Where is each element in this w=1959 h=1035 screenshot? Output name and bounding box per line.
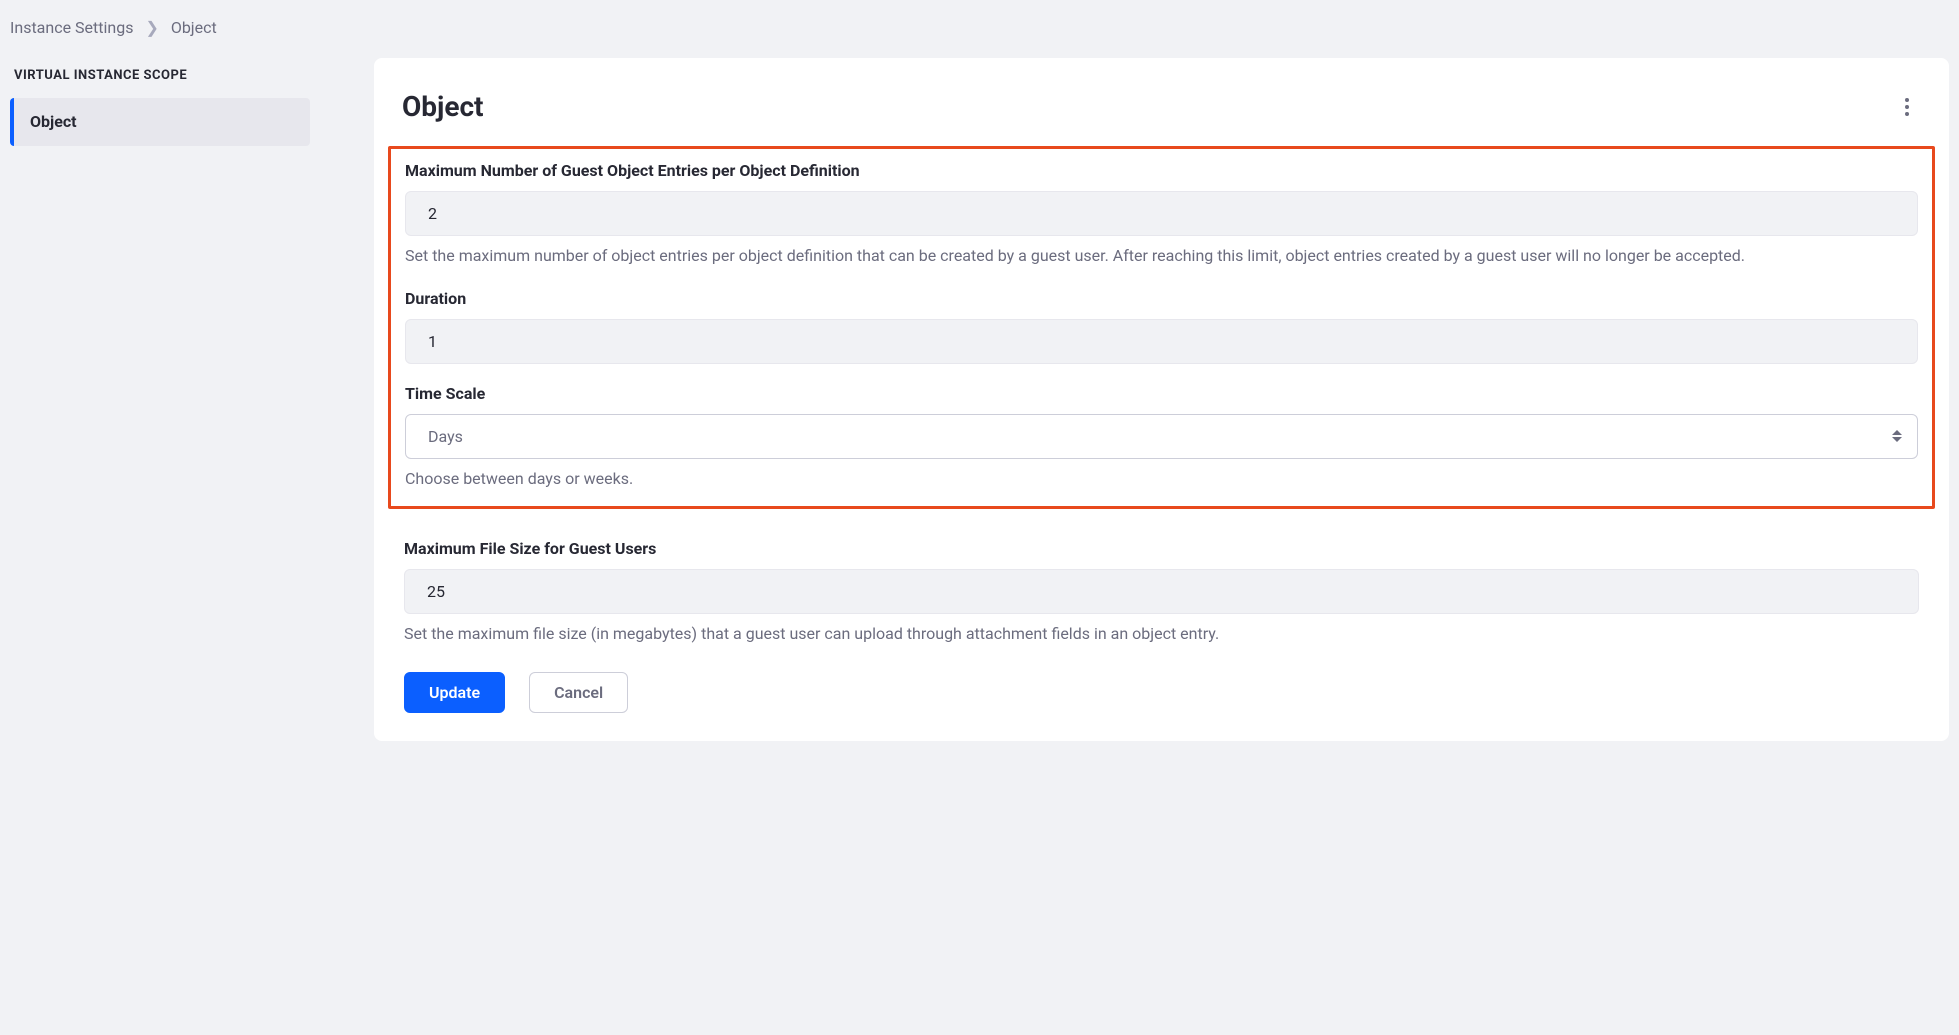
- settings-panel: Object Maximum Number of Guest Object En…: [374, 58, 1949, 741]
- sidebar-item-label: Object: [30, 112, 77, 131]
- breadcrumb-current: Object: [171, 18, 217, 37]
- max-guest-entries-input[interactable]: [405, 191, 1918, 236]
- highlighted-section: Maximum Number of Guest Object Entries p…: [388, 146, 1935, 509]
- time-scale-help: Choose between days or weeks.: [405, 467, 1918, 492]
- kebab-icon: [1905, 98, 1909, 102]
- time-scale-select[interactable]: Days: [405, 414, 1918, 459]
- breadcrumb: Instance Settings ❯ Object: [0, 0, 1959, 58]
- max-guest-entries-group: Maximum Number of Guest Object Entries p…: [391, 159, 1932, 269]
- max-guest-entries-help: Set the maximum number of object entries…: [405, 244, 1918, 269]
- sidebar-heading: VIRTUAL INSTANCE SCOPE: [10, 58, 310, 98]
- max-file-size-label: Maximum File Size for Guest Users: [404, 537, 1919, 561]
- duration-group: Duration: [391, 287, 1932, 364]
- chevron-right-icon: ❯: [145, 18, 158, 37]
- kebab-menu-button[interactable]: [1893, 93, 1921, 121]
- cancel-button[interactable]: Cancel: [529, 672, 628, 713]
- max-guest-entries-label: Maximum Number of Guest Object Entries p…: [405, 159, 1918, 183]
- page-title: Object: [402, 86, 484, 128]
- max-file-size-input[interactable]: [404, 569, 1919, 614]
- max-file-size-help: Set the maximum file size (in megabytes)…: [404, 622, 1919, 647]
- sidebar-item-object[interactable]: Object: [10, 98, 310, 146]
- main-content: Object Maximum Number of Guest Object En…: [374, 58, 1949, 741]
- time-scale-group: Time Scale Days Choose between days or w…: [391, 382, 1932, 492]
- time-scale-label: Time Scale: [405, 382, 1918, 406]
- duration-input[interactable]: [405, 319, 1918, 364]
- form-actions: Update Cancel: [390, 664, 1933, 713]
- update-button[interactable]: Update: [404, 672, 505, 713]
- kebab-icon: [1905, 112, 1909, 116]
- sidebar: VIRTUAL INSTANCE SCOPE Object: [10, 58, 310, 741]
- kebab-icon: [1905, 105, 1909, 109]
- max-file-size-group: Maximum File Size for Guest Users Set th…: [390, 537, 1933, 647]
- breadcrumb-parent-link[interactable]: Instance Settings: [10, 18, 133, 37]
- duration-label: Duration: [405, 287, 1918, 311]
